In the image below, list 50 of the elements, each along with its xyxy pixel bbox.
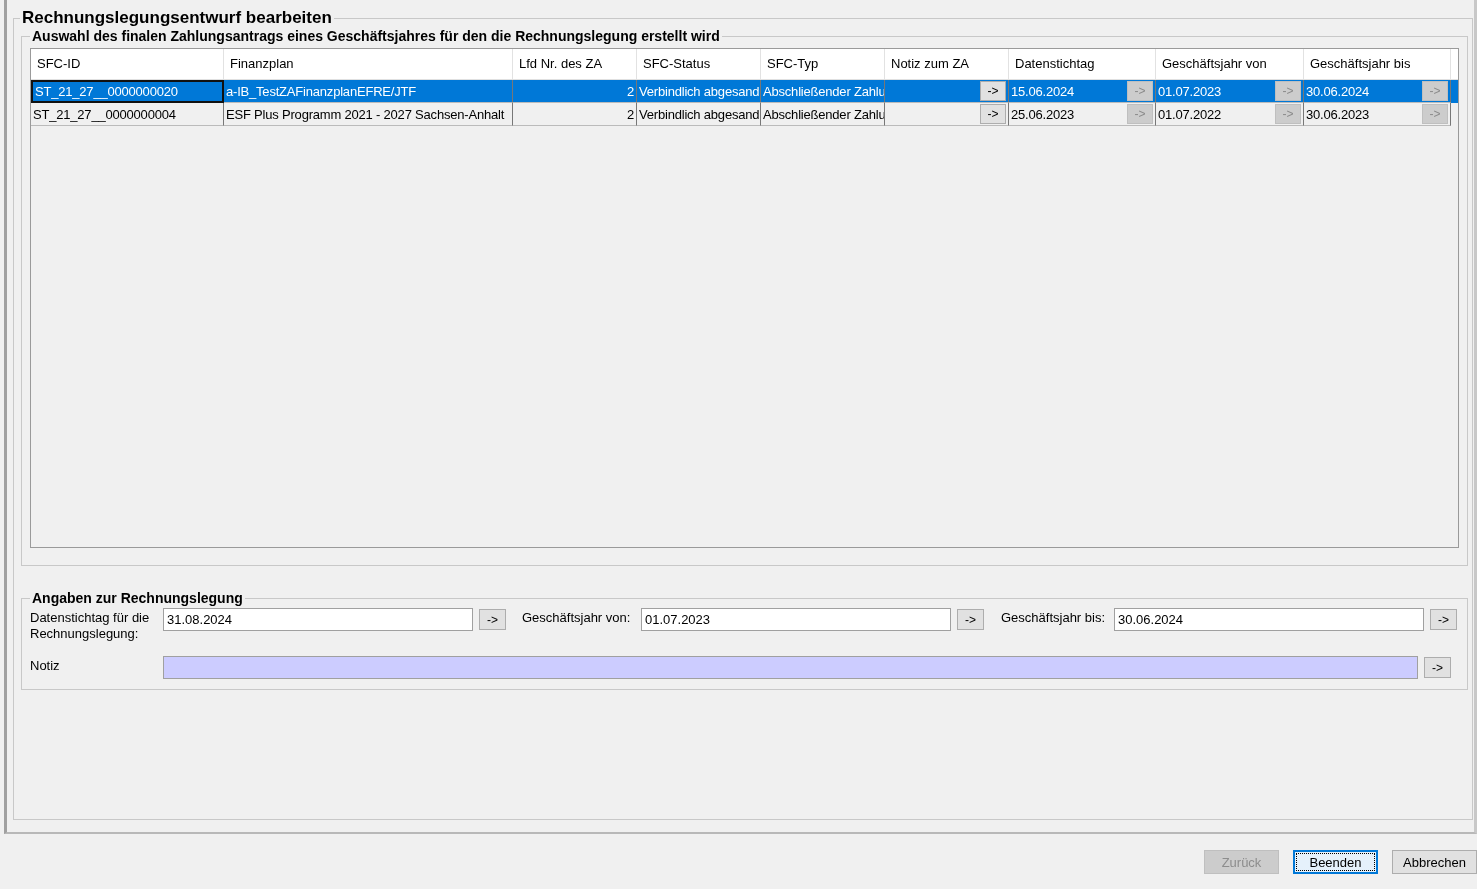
arrow-button[interactable]: -> bbox=[957, 609, 984, 630]
table-cell: 01.07.2023 bbox=[1158, 83, 1222, 99]
table-cell: Abschließender Zahlu bbox=[763, 83, 884, 99]
table-cell: 2 bbox=[626, 106, 634, 122]
field-label: Geschäftsjahr bis: bbox=[1001, 609, 1107, 626]
column-header[interactable]: Geschäftsjahr bis bbox=[1304, 49, 1451, 79]
table-cell: 30.06.2024 bbox=[1306, 83, 1370, 99]
column-header[interactable]: SFC-Typ bbox=[761, 49, 885, 79]
section-title: Auswahl des finalen Zahlungsantrags eines Geschäftsjahres für den die Rechnungslegung erstellt wird bbox=[31, 28, 721, 44]
table-cell: Verbindlich abgesand bbox=[639, 83, 760, 99]
dialog-title: Rechnungslegungsentwurf bearbeiten bbox=[21, 8, 333, 28]
input-field[interactable]: 30.06.2024 bbox=[1114, 608, 1424, 631]
input-field[interactable]: 01.07.2023 bbox=[641, 608, 951, 631]
dialog-button[interactable]: Abbrechen bbox=[1392, 850, 1477, 874]
arrow-button: -> bbox=[1127, 81, 1153, 101]
section-title: Angaben zur Rechnungslegung bbox=[31, 590, 244, 606]
arrow-button: -> bbox=[1127, 104, 1153, 124]
dialog-button[interactable]: Beenden bbox=[1293, 850, 1378, 874]
table-cell: 25.06.2023 bbox=[1011, 106, 1075, 122]
arrow-button[interactable]: -> bbox=[980, 104, 1006, 124]
table-cell: ST_21_27__0000000020 bbox=[35, 84, 178, 99]
note-field[interactable] bbox=[163, 656, 1418, 679]
column-header[interactable]: Notiz zum ZA bbox=[885, 49, 1009, 79]
field-label: Geschäftsjahr von: bbox=[522, 609, 632, 626]
input-field[interactable]: 31.08.2024 bbox=[163, 608, 473, 631]
arrow-button: -> bbox=[1422, 104, 1448, 124]
arrow-button: -> bbox=[1275, 81, 1301, 101]
table-cell: ST_21_27__0000000004 bbox=[33, 106, 176, 122]
column-header[interactable]: SFC-Status bbox=[637, 49, 761, 79]
column-header[interactable]: SFC-ID bbox=[31, 49, 224, 79]
column-header[interactable]: Datenstichtag bbox=[1009, 49, 1156, 79]
table-cell: Verbindlich abgesand bbox=[639, 106, 760, 122]
column-header[interactable]: Finanzplan bbox=[224, 49, 513, 79]
table-cell: 2 bbox=[626, 83, 634, 99]
table-cell: 15.06.2024 bbox=[1011, 83, 1075, 99]
table-cell: 01.07.2022 bbox=[1158, 106, 1222, 122]
column-header[interactable]: Geschäftsjahr von bbox=[1156, 49, 1304, 79]
field-label: Notiz bbox=[30, 657, 61, 674]
table-cell: a-IB_TestZAFinanzplanEFRE/JTF bbox=[226, 83, 416, 99]
table-cell: 30.06.2023 bbox=[1306, 106, 1370, 122]
field-label: Datenstichtag für die Rechnungslegung: bbox=[30, 609, 151, 642]
arrow-button: -> bbox=[1422, 81, 1448, 101]
arrow-button[interactable]: -> bbox=[980, 81, 1006, 101]
arrow-button[interactable]: -> bbox=[1430, 609, 1457, 630]
table-cell: ESF Plus Programm 2021 - 2027 Sachsen-Anhalt bbox=[226, 106, 505, 122]
arrow-button: -> bbox=[1275, 104, 1301, 124]
column-header[interactable]: Lfd Nr. des ZA bbox=[513, 49, 637, 79]
table-cell: Abschließender Zahlu bbox=[763, 106, 884, 122]
arrow-button[interactable]: -> bbox=[479, 609, 506, 630]
arrow-button[interactable]: -> bbox=[1424, 657, 1451, 678]
